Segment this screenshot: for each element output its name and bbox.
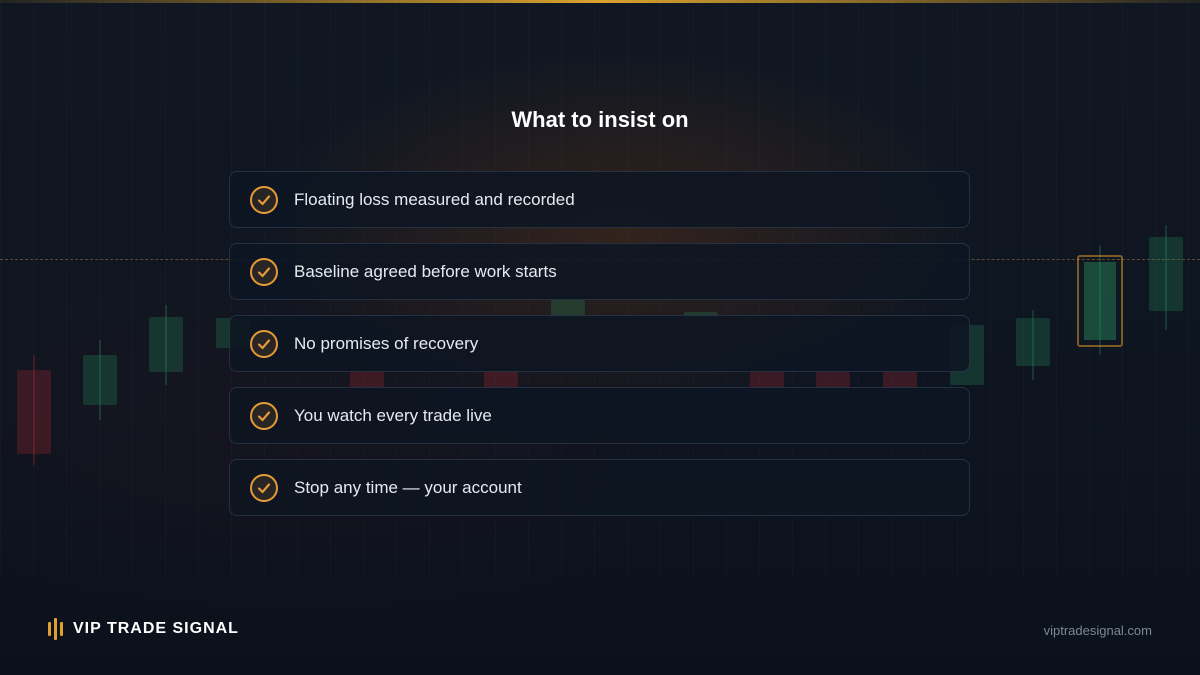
- top-accent-bar: [0, 0, 1200, 3]
- candle: [149, 317, 183, 372]
- check-circle-icon: [250, 257, 278, 286]
- checklist-item: Baseline agreed before work starts: [229, 243, 970, 300]
- candle: [83, 355, 117, 405]
- checklist-item-label: Baseline agreed before work starts: [294, 261, 557, 281]
- footer-url: viptradesignal.com: [1043, 623, 1152, 638]
- checklist-item-label: Floating loss measured and recorded: [294, 189, 575, 209]
- footer-brand: VIP TRADE SIGNAL: [48, 618, 239, 640]
- check-circle-icon: [250, 401, 278, 430]
- signal-bars-icon: [48, 618, 63, 640]
- brand-name: VIP TRADE SIGNAL: [73, 620, 239, 637]
- check-circle-icon: [250, 329, 278, 358]
- checklist-item: Stop any time — your account: [229, 459, 970, 516]
- checklist-item-label: You watch every trade live: [294, 405, 492, 425]
- checklist-item: Floating loss measured and recorded: [229, 171, 970, 228]
- checklist-item: No promises of recovery: [229, 315, 970, 372]
- checklist-item-label: No promises of recovery: [294, 333, 479, 353]
- candle: [1149, 237, 1183, 311]
- candle: [1016, 318, 1050, 366]
- check-circle-icon: [250, 473, 278, 502]
- checklist-item-label: Stop any time — your account: [294, 477, 522, 497]
- checklist: Floating loss measured and recorded Base…: [229, 171, 970, 531]
- highlighted-candle-frame: [1077, 255, 1123, 347]
- checklist-item: You watch every trade live: [229, 387, 970, 444]
- check-circle-icon: [250, 185, 278, 214]
- slide-title: What to insist on: [511, 107, 689, 132]
- candle: [17, 370, 51, 454]
